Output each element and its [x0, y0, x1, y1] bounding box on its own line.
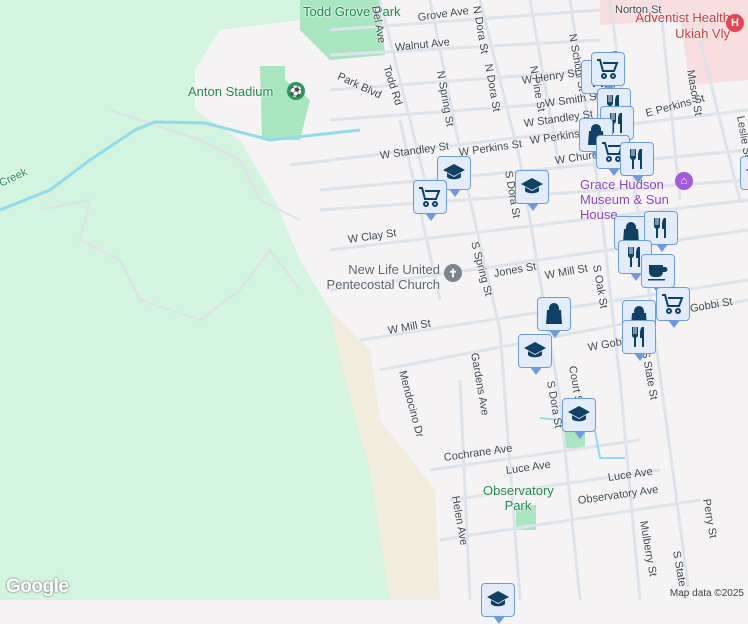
restaurant-icon	[654, 218, 666, 238]
street-label: Norton St	[615, 4, 662, 16]
cafe-icon	[648, 265, 668, 281]
grocery-icon	[662, 294, 684, 315]
grocery-marker[interactable]	[656, 287, 690, 328]
school-icon	[487, 591, 509, 607]
hospital-icon[interactable]: H	[726, 14, 744, 32]
grocery-marker[interactable]	[591, 52, 625, 93]
school-marker[interactable]	[740, 156, 748, 190]
restaurant-icon	[630, 149, 642, 169]
school-marker[interactable]	[515, 170, 549, 211]
school-icon	[524, 342, 546, 358]
school-marker[interactable]	[518, 334, 552, 375]
restaurant-marker[interactable]	[620, 142, 654, 183]
school-marker[interactable]	[481, 583, 515, 624]
stadium-icon[interactable]: ⚽	[287, 82, 305, 100]
anton-stadium-label[interactable]: Anton Stadium	[188, 84, 273, 99]
grocery-icon	[597, 59, 619, 80]
cafe-marker[interactable]	[641, 254, 675, 295]
grocery-marker[interactable]	[413, 180, 447, 221]
shopping-icon	[546, 303, 562, 324]
google-logo: Google	[6, 576, 69, 597]
church-icon[interactable]: ✝	[444, 264, 462, 282]
museum-icon[interactable]: ⌂	[675, 172, 693, 190]
restaurant-icon	[632, 327, 644, 347]
observatory-park-label[interactable]: Observatory Park	[483, 483, 554, 513]
school-icon	[521, 178, 543, 194]
school-marker[interactable]	[562, 398, 596, 439]
church-label[interactable]: New Life United Pentecostal Church	[315, 262, 440, 292]
grocery-icon	[419, 187, 441, 208]
map-attribution[interactable]: Map data ©2025	[665, 587, 748, 600]
restaurant-marker[interactable]	[622, 320, 656, 361]
shopping-marker[interactable]	[537, 297, 571, 338]
school-icon	[568, 406, 590, 422]
todd-grove-park-label[interactable]: Todd Grove Park	[303, 4, 401, 20]
